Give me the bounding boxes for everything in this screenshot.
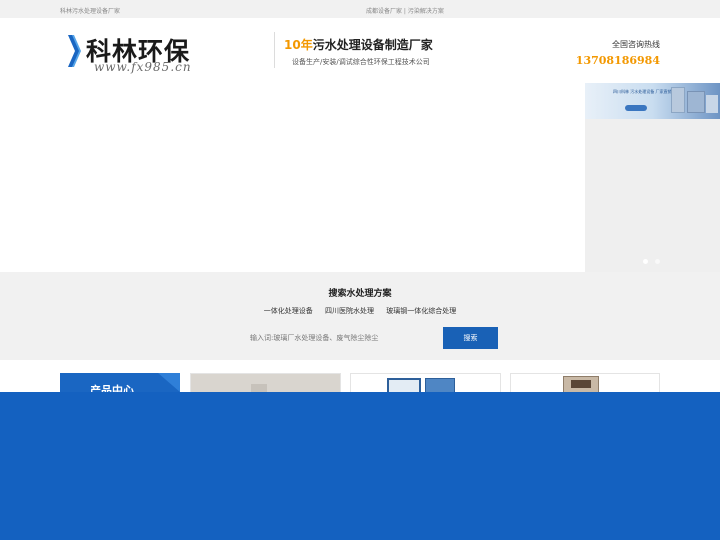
banner-side-panel xyxy=(585,119,720,272)
top-bar: 科林污水处理设备厂家 成都设备厂家 | 污染解决方案 xyxy=(0,0,720,18)
product-center-tile[interactable]: 产品中心 xyxy=(60,373,180,392)
hotline-label: 全国咨询热线 xyxy=(612,40,660,49)
product-card[interactable] xyxy=(510,373,660,392)
slider-dot-1[interactable] xyxy=(643,259,648,264)
product-image xyxy=(387,378,421,392)
blue-overlay-panel xyxy=(0,392,720,540)
search-title: 搜索水处理方案 xyxy=(328,289,392,299)
search-input[interactable] xyxy=(244,327,440,349)
search-section: 搜索水处理方案 一体化处理设备 四川医院水处理 玻璃钢一体化综合处理 搜索 xyxy=(0,272,720,360)
hot-link[interactable]: 玻璃钢一体化综合处理 xyxy=(386,307,456,315)
hot-search-links: 一体化处理设备 四川医院水处理 玻璃钢一体化综合处理 xyxy=(0,306,720,316)
logo-chevron-icon xyxy=(68,35,81,67)
hotline: 全国咨询热线 13708186984 xyxy=(576,39,660,67)
product-image xyxy=(563,376,599,392)
slogan-text: 污水处理设备制造厂家 xyxy=(312,38,433,52)
header-slogan: 10年污水处理设备制造厂家 设备生产/安装/调试综合性环保工程技术公司 xyxy=(284,36,433,67)
banner-thumbnail-text: 四川科林 污水处理设备 厂家直销 xyxy=(613,89,672,94)
top-bar-links[interactable]: 成都设备厂家 | 污染解决方案 xyxy=(366,6,444,15)
thumbnail-badge xyxy=(625,105,647,111)
hot-link[interactable]: 四川医院水处理 xyxy=(325,307,374,315)
slogan-accent: 10年 xyxy=(284,38,313,52)
search-button[interactable]: 搜索 xyxy=(443,327,498,349)
hot-link[interactable]: 一体化处理设备 xyxy=(264,307,313,315)
slogan-sub: 设备生产/安装/调试综合性环保工程技术公司 xyxy=(292,58,430,66)
top-bar-site-name[interactable]: 科林污水处理设备厂家 xyxy=(60,6,120,15)
thumbnail-equipment xyxy=(706,95,718,113)
logo-url: www.fx985.cn xyxy=(94,60,192,74)
product-card[interactable] xyxy=(350,373,501,392)
product-center-label: 产品中心 xyxy=(90,384,134,392)
thumbnail-equipment xyxy=(671,87,685,113)
product-center-corner xyxy=(158,373,180,392)
thumbnail-equipment xyxy=(687,91,705,113)
slider-dot-2[interactable] xyxy=(655,259,660,264)
banner-thumbnail[interactable]: 四川科林 污水处理设备 厂家直销 xyxy=(585,83,720,119)
machine-screen xyxy=(571,380,591,388)
hotline-number[interactable]: 13708186984 xyxy=(576,54,660,67)
header-divider xyxy=(274,32,275,68)
products-section: 产品中心 xyxy=(0,360,720,392)
product-image xyxy=(251,384,267,392)
product-card[interactable] xyxy=(190,373,341,392)
site-header: 科林环保 www.fx985.cn 10年污水处理设备制造厂家 设备生产/安装/… xyxy=(0,18,720,82)
slogan-main: 10年污水处理设备制造厂家 xyxy=(284,36,433,53)
site-logo[interactable]: 科林环保 www.fx985.cn xyxy=(66,32,216,74)
product-image xyxy=(425,378,455,392)
